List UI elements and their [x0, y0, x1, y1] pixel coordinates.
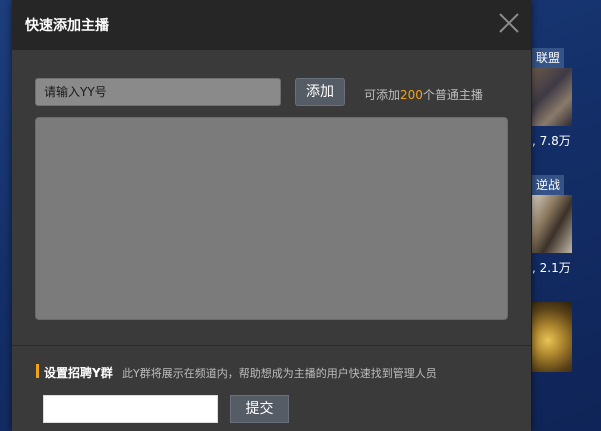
yy-number-input[interactable]: [35, 78, 281, 106]
section-divider: [12, 345, 531, 346]
dialog-title: 快速添加主播: [25, 18, 109, 34]
category-tag: 联盟: [532, 48, 565, 68]
recruit-group-input[interactable]: [43, 395, 218, 423]
hint-suffix: 个普通主播: [422, 88, 483, 102]
hint-prefix: 可添加: [364, 88, 401, 102]
anchor-list-area[interactable]: [35, 117, 508, 320]
quick-add-anchor-dialog: 快速添加主播 添加 可添加200个普通主播 设置招聘Y群 此Y群将展示在频道内，…: [12, 0, 531, 431]
viewer-count: , 7.8万: [532, 134, 571, 148]
recruit-section-description: 此Y群将展示在频道内，帮助想成为主播的用户快速找到管理人员: [122, 367, 437, 380]
submit-button[interactable]: 提交: [230, 395, 289, 423]
hint-count: 200: [400, 88, 423, 102]
add-limit-hint: 可添加200个普通主播: [364, 86, 483, 103]
section-accent-bar: [36, 364, 39, 378]
stream-thumbnail[interactable]: [532, 195, 572, 253]
background-card-1[interactable]: 联盟 , 7.8万: [532, 48, 572, 148]
background-card-3[interactable]: [532, 302, 572, 372]
close-icon[interactable]: [497, 11, 521, 35]
viewer-count: , 2.1万: [532, 261, 571, 275]
category-tag: 逆战: [532, 175, 565, 195]
add-button[interactable]: 添加: [295, 78, 345, 106]
dialog-header: 快速添加主播: [12, 0, 531, 50]
stream-thumbnail[interactable]: [532, 68, 572, 126]
recruit-section-title: 设置招聘Y群: [44, 366, 113, 380]
background-card-2[interactable]: 逆战 , 2.1万: [532, 175, 572, 275]
stream-thumbnail[interactable]: [532, 302, 572, 372]
